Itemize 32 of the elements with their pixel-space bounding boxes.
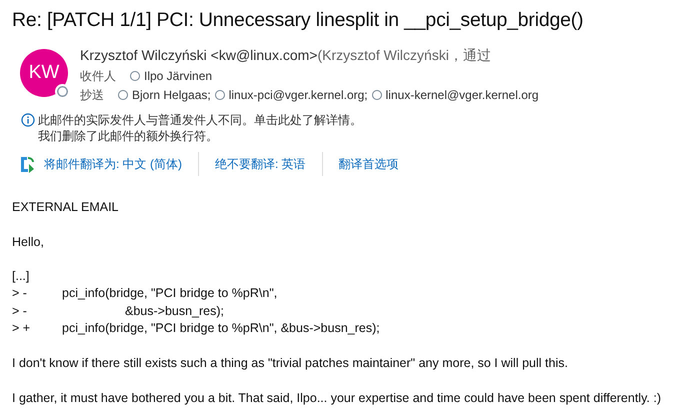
code-line: &bus->busn_res); (124, 302, 224, 320)
presence-icon (130, 71, 140, 82)
translate-link[interactable]: 将邮件翻译为: 中文 (简体) (44, 155, 182, 174)
sender-via: (Krzysztof Wilczyński，通过 (317, 47, 491, 64)
recipient-label: 收件人 (80, 68, 117, 86)
translate-link[interactable]: 绝不要翻译: 英语 (215, 155, 306, 174)
presence-icon (214, 90, 225, 100)
recipient-name[interactable]: linux-kernel@vger.kernel.org (386, 86, 539, 104)
translate-link[interactable]: 翻译首选项 (338, 155, 399, 174)
recipient-name[interactable]: Bjorn Helgaas; (132, 86, 211, 104)
code-line: pci_info(bridge, "PCI bridge to %pR\n", (62, 285, 278, 302)
paragraph: I don't know if there still exists such a thing as "trivial patches maintainer" any more, so I will pull this. (12, 354, 569, 372)
presence-icon (372, 90, 382, 100)
recipient-label: 抄送 (80, 87, 105, 104)
paragraph: Hello, (12, 234, 45, 251)
recipient-name[interactable]: Ilpo Järvinen (144, 67, 212, 86)
paragraph: EXTERNAL EMAIL (12, 199, 120, 216)
notice-link[interactable]: 此邮件的实际发件人与普通发件人不同。单击此处了解详情。 (38, 112, 362, 128)
code-line: pci_info(bridge, "PCI bridge to %pR\n", &bus->busn_res); (62, 320, 380, 338)
translate-icon[interactable] (20, 155, 36, 174)
notice-text: 我们删除了此邮件的额外换行符。 (38, 128, 218, 144)
avatar: KW (20, 49, 68, 98)
diff-marker: > - (12, 302, 28, 320)
email-subject: Re: [PATCH 1/1] PCI: Unnecessary linesplit in __pci_setup_bridge() (11, 8, 584, 33)
sender-name[interactable]: Krzysztof Wilczyński <kw@linux.com> (80, 47, 318, 64)
paragraph: I gather, it must have bothered you a bit. That said, Ilpo... your expertise and time could have been spent differently. :) (12, 390, 662, 407)
text-line: [...] (12, 268, 30, 283)
info-icon (21, 113, 35, 128)
diff-marker: > - (12, 285, 28, 302)
presence-icon (118, 90, 128, 100)
recipient-name[interactable]: linux-pci@vger.kernel.org; (228, 86, 368, 104)
diff-marker: > + (12, 320, 32, 338)
